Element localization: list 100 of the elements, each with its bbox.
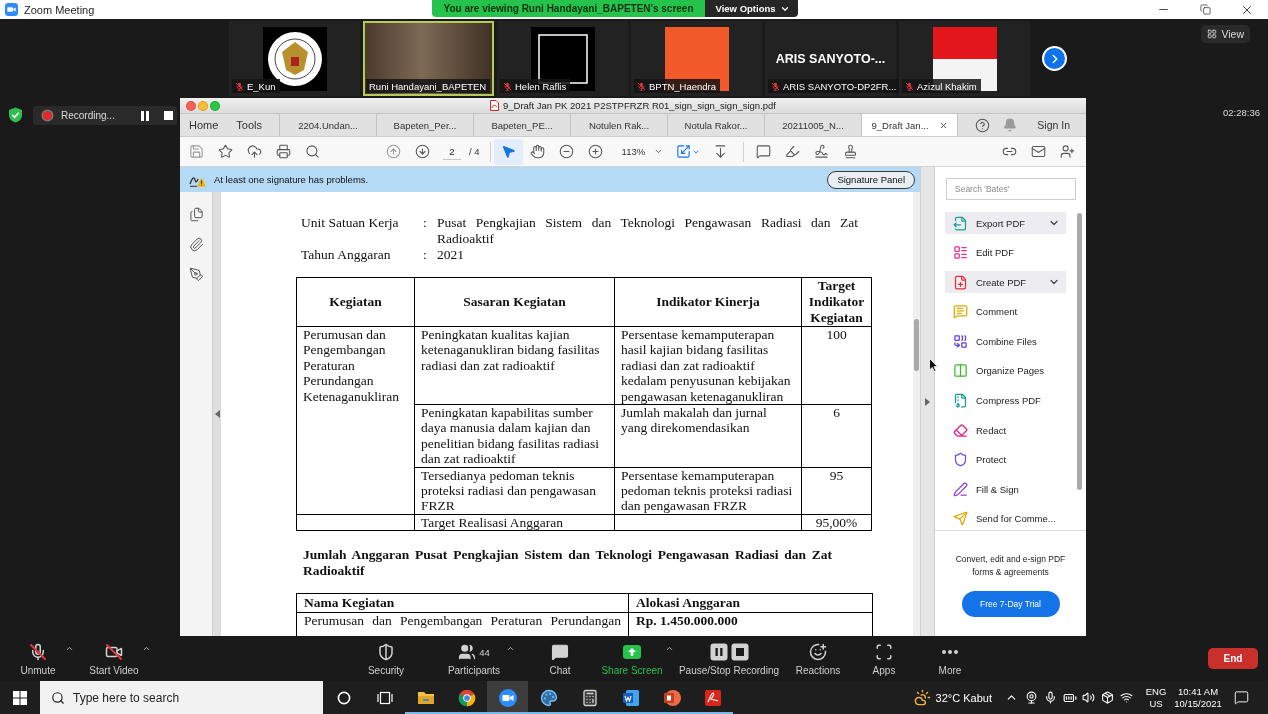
printer-icon xyxy=(276,144,291,159)
table-cell: Peningkatan kapabilitas sumber daya manusia dalam kajian dan penelitian bidang fasilitas radiasi dan zat radioaktif xyxy=(414,404,615,468)
document-tab[interactable]: Bapeten_Per... xyxy=(376,114,474,136)
comment-icon xyxy=(755,144,771,159)
search-box[interactable]: Type here to search xyxy=(40,681,323,714)
mail-icon xyxy=(1031,144,1046,159)
shield-icon xyxy=(377,643,395,661)
muted-microphone-icon xyxy=(235,81,244,91)
page-number-field[interactable]: 2 xyxy=(443,143,461,160)
folder-icon xyxy=(416,689,435,706)
document-tab[interactable]: Bapeten_PE... xyxy=(473,114,571,136)
close-button[interactable] xyxy=(186,100,196,111)
scrollbar-thumb[interactable] xyxy=(1077,213,1082,490)
document-tab[interactable]: 9_Draft Jan... xyxy=(861,114,959,136)
pages-icon xyxy=(188,206,204,222)
language-button[interactable]: ENG US xyxy=(1142,681,1170,714)
table-header-cell: Target Indikator Kegiatan xyxy=(801,277,872,327)
ring-icon xyxy=(336,690,351,705)
meeting-timer: 02:28:36 xyxy=(1223,107,1260,118)
eraser-icon xyxy=(953,422,968,438)
pdf-logo-icon xyxy=(703,688,722,707)
close-tab-button[interactable] xyxy=(938,120,948,130)
document-tab[interactable]: 2204.Undan... xyxy=(279,114,377,136)
search-input[interactable]: Type here to search xyxy=(73,687,273,708)
tool-item[interactable]: Export PDF xyxy=(945,212,1066,234)
meeting-control-button[interactable]: Security xyxy=(356,643,416,676)
document-tab[interactable]: Notulen Rak... xyxy=(570,114,668,136)
bell-icon xyxy=(1003,118,1018,132)
table-cell: Jumlah makalah dan jurnal yang direkomendasikan xyxy=(614,404,802,468)
table-cell: Target Realisasi Anggaran xyxy=(414,514,615,531)
apps-icon xyxy=(875,643,893,661)
view-options-button[interactable]: View Options xyxy=(704,0,798,17)
collapse-arrow-icon[interactable] xyxy=(214,410,220,418)
meeting-control-button[interactable]: Pause/Stop Recording xyxy=(677,643,781,676)
nav-link[interactable]: Home xyxy=(189,114,219,136)
pen-line-icon xyxy=(953,481,968,497)
nav-link[interactable]: Tools xyxy=(236,114,263,136)
search-icon xyxy=(305,144,320,159)
search-field[interactable]: Search 'Bates' xyxy=(946,178,1076,200)
clock-button[interactable]: 10:41 AM 10/15/2021 xyxy=(1170,681,1226,714)
crossed-microphone-icon xyxy=(29,643,47,661)
meeting-control-button[interactable]: Start Video xyxy=(88,643,152,676)
expand-arrow-icon[interactable] xyxy=(925,397,930,406)
field-value: Pusat Pengkajian Sistem dan Teknologi Pengawasan Radiasi dan Zat Radioaktif xyxy=(437,215,858,247)
task-view-icon xyxy=(376,690,393,705)
recording-label: Recording... xyxy=(61,110,116,121)
stop-icon xyxy=(163,111,173,120)
field-label: Unit Satuan Kerja xyxy=(301,215,400,232)
field-label: Tahun Anggaran xyxy=(301,247,392,263)
table-cell: 100 xyxy=(801,326,872,405)
meeting-control-button[interactable]: Unmute xyxy=(13,643,75,676)
meeting-control-button[interactable]: Reactions xyxy=(793,643,843,676)
stop-icon xyxy=(730,643,749,661)
plus-circle-icon xyxy=(587,144,603,159)
grid-icon xyxy=(1207,29,1218,39)
table-header-cell: Indikator Kinerja xyxy=(614,277,802,327)
notice-text: At least one signature has problems. xyxy=(214,174,369,185)
caret-icon xyxy=(64,644,74,653)
taskbar-app-button[interactable] xyxy=(487,681,528,714)
document-tab[interactable]: Notula Rakor... xyxy=(667,114,765,136)
participant-display-name: ARIS SANYOTO-... xyxy=(775,51,886,66)
paper-plane-icon xyxy=(953,511,968,527)
video-camera-logo-icon xyxy=(498,688,517,707)
next-page-button[interactable] xyxy=(1042,46,1067,71)
scrollbar-thumb[interactable] xyxy=(914,319,919,371)
notification-icon xyxy=(1233,690,1249,705)
participant-name: E_Kun xyxy=(247,80,276,92)
share-screen-icon xyxy=(623,643,641,661)
tool-item[interactable]: Create PDF xyxy=(945,271,1066,294)
table-cell: Persentase kemamputerapan hasil kajian bidang fasilitas radiasi dan zat radioaktif kedalam penyusunan kebijakan pengawasan ketenaganukliran xyxy=(614,326,802,405)
weather-icon xyxy=(913,689,931,706)
page-count: / 4 xyxy=(469,146,480,157)
sign-in-button[interactable]: Sign In xyxy=(1037,119,1070,131)
view-button[interactable]: View xyxy=(1201,25,1250,43)
meeting-control-button[interactable]: More xyxy=(933,643,967,676)
browser-logo-icon xyxy=(457,688,476,707)
arrow-down-circle-icon xyxy=(415,144,430,159)
combine-icon xyxy=(953,333,968,349)
free-trial-button[interactable]: Free 7-Day Trial xyxy=(961,591,1060,617)
meeting-control-button[interactable]: Apps xyxy=(869,643,899,676)
hand-icon xyxy=(529,144,545,159)
scaling-icon xyxy=(676,144,692,159)
close-icon xyxy=(938,120,948,130)
comment-icon xyxy=(953,304,968,320)
participant-name: Runi Handayani_BAPETEN xyxy=(369,80,487,92)
meeting-control-button[interactable]: Share Screen xyxy=(601,643,675,676)
muted-microphone-icon xyxy=(503,81,512,91)
signature-panel-button[interactable]: Signature Panel xyxy=(827,170,915,189)
promo-text: Convert, edit and e-sign PDF forms & agreements xyxy=(954,553,1067,579)
select-tool-button[interactable] xyxy=(493,138,523,165)
table-cell: Persentase kemamputerapan pedoman teknis proteksi radiasi dan pengawasan FRZR xyxy=(614,467,802,515)
chevron-down-icon xyxy=(653,147,663,156)
zoom-level-dropdown[interactable]: 113% xyxy=(613,141,666,162)
muted-microphone-icon xyxy=(637,81,646,91)
end-meeting-button[interactable]: End xyxy=(1208,648,1258,669)
meeting-control-button[interactable]: Chat xyxy=(540,643,580,676)
weather-widget[interactable]: 32°C Kabut xyxy=(905,681,1000,714)
meeting-control-button[interactable]: 44 Participants xyxy=(444,643,516,676)
windows-logo-icon xyxy=(13,690,27,705)
arrow-up-circle-icon xyxy=(386,144,401,159)
